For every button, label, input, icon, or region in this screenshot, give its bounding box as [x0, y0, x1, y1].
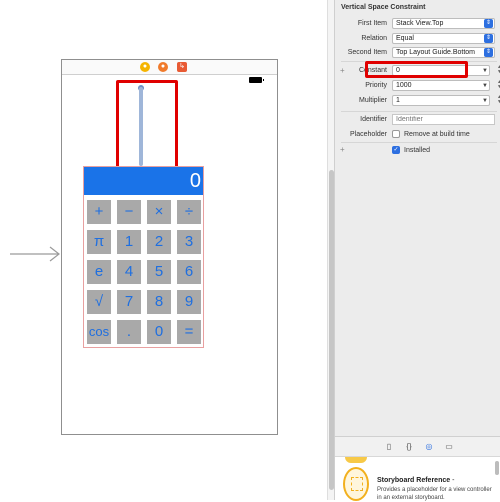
calculator-key[interactable]: 8: [147, 290, 171, 314]
chevron-up-down-icon: ⇕: [484, 19, 493, 28]
first-item-value: Stack View.Top: [396, 20, 444, 27]
exit-icon[interactable]: ↳: [177, 62, 187, 72]
multiplier-field[interactable]: 1 ▼: [392, 95, 490, 106]
battery-icon: [249, 77, 264, 83]
calculator-key[interactable]: 9: [177, 290, 201, 314]
library-item-title[interactable]: Storyboard Reference -: [377, 477, 454, 484]
placeholder-label: Placeholder: [350, 131, 387, 138]
divider: [341, 142, 497, 143]
identifier-label: Identifier: [360, 116, 387, 123]
inspector-title: Vertical Space Constraint: [341, 4, 426, 11]
calculator-key[interactable]: 0: [147, 320, 171, 344]
calculator-key[interactable]: +: [87, 200, 111, 224]
installed-label: Installed: [404, 147, 431, 154]
chevron-up-down-icon: ⇕: [484, 34, 493, 43]
calculator-key[interactable]: e: [87, 260, 111, 284]
chevron-down-icon[interactable]: ▼: [482, 96, 488, 106]
calculator-key[interactable]: .: [117, 320, 141, 344]
first-item-label: First Item: [357, 20, 387, 27]
object-library-icon[interactable]: ◎: [423, 441, 435, 453]
calculator-key[interactable]: 2: [147, 230, 171, 254]
view-controller-icon[interactable]: ●: [140, 62, 150, 72]
installed-checkbox[interactable]: ✓: [392, 146, 400, 154]
calculator-key[interactable]: 3: [177, 230, 201, 254]
canvas-scrollbar[interactable]: [327, 0, 334, 500]
previous-item-icon: [345, 457, 367, 463]
calculator-stack-view[interactable]: 0 + − × ÷ π 1 2 3 e 4 5 6 √ 7 8 9 cos. 0 =: [83, 166, 204, 348]
library-item-title-suffix: -: [450, 477, 455, 484]
add-variation-icon[interactable]: +: [340, 145, 345, 154]
divider: [341, 111, 497, 112]
second-item-label: Second Item: [347, 49, 387, 56]
highlight-box-constraint: [116, 80, 178, 170]
priority-label: Priority: [365, 82, 387, 89]
calculator-key[interactable]: 4: [117, 260, 141, 284]
chevron-down-icon[interactable]: ▼: [482, 81, 488, 91]
scene-dock: ● ● ↳: [62, 60, 277, 75]
calculator-key[interactable]: =: [177, 320, 201, 344]
storyboard-reference-icon: [343, 467, 369, 501]
remove-at-build-time-label: Remove at build time: [404, 131, 470, 138]
calculator-key[interactable]: √: [87, 290, 111, 314]
chevron-down-icon[interactable]: ▼: [482, 66, 488, 76]
relation-select[interactable]: Equal ⇕: [392, 33, 495, 44]
file-template-icon[interactable]: ▯: [383, 441, 395, 453]
calculator-key[interactable]: 6: [177, 260, 201, 284]
library-tab-bar: ▯ {} ◎ ▭: [335, 436, 500, 456]
identifier-input[interactable]: [392, 114, 495, 125]
multiplier-value: 1: [396, 97, 400, 104]
remove-at-build-time-checkbox[interactable]: [392, 130, 400, 138]
relation-value: Equal: [396, 35, 414, 42]
code-snippet-icon[interactable]: {}: [403, 441, 415, 453]
calculator-key[interactable]: ×: [147, 200, 171, 224]
calculator-display: 0: [84, 167, 203, 195]
calculator-key[interactable]: 7: [117, 290, 141, 314]
highlight-box-constant: [365, 61, 468, 78]
first-responder-icon[interactable]: ●: [158, 62, 168, 72]
placeholder-frame-icon: [351, 477, 363, 491]
media-library-icon[interactable]: ▭: [443, 441, 455, 453]
calculator-key[interactable]: cos: [87, 320, 111, 344]
library-item-title-text: Storyboard Reference: [377, 477, 451, 484]
multiplier-label: Multiplier: [358, 97, 387, 104]
priority-field[interactable]: 1000 ▼: [392, 80, 490, 91]
calculator-key[interactable]: 1: [117, 230, 141, 254]
calculator-key[interactable]: π: [87, 230, 111, 254]
priority-value: 1000: [396, 82, 412, 89]
calculator-key[interactable]: −: [117, 200, 141, 224]
entry-point-arrow-icon[interactable]: [10, 246, 62, 262]
storyboard-canvas[interactable]: ● ● ↳ 0 + − × ÷ π 1 2 3 e 4 5 6 √ 7 8 9 cos. 0 =: [0, 0, 327, 500]
first-item-select[interactable]: Stack View.Top ⇕: [392, 18, 495, 29]
calculator-key[interactable]: ÷: [177, 200, 201, 224]
calculator-key[interactable]: 5: [147, 260, 171, 284]
library-scrollbar[interactable]: [495, 461, 499, 475]
second-item-select[interactable]: Top Layout Guide.Bottom ⇕: [392, 47, 495, 58]
relation-label: Relation: [361, 35, 387, 42]
second-item-value: Top Layout Guide.Bottom: [396, 49, 475, 56]
chevron-up-down-icon: ⇕: [484, 48, 493, 57]
object-library-panel[interactable]: Storyboard Reference - Provides a placeh…: [335, 456, 500, 501]
